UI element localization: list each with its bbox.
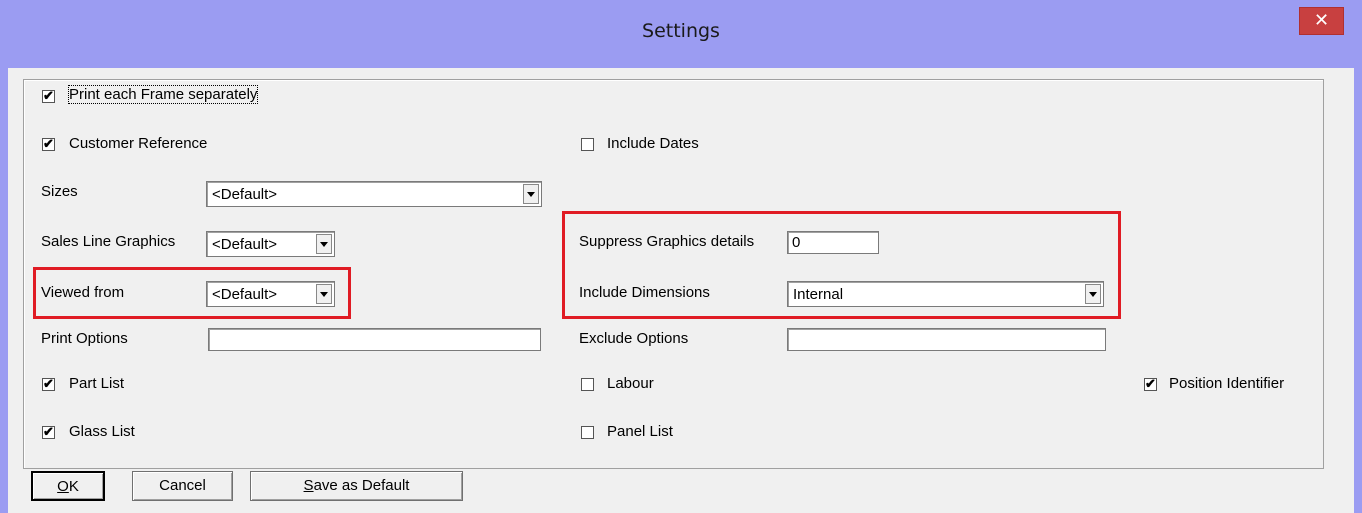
exclude-options-label: Exclude Options [579,330,689,347]
include-dates-checkbox[interactable] [581,138,594,151]
print-options-label: Print Options [41,330,128,347]
panel-list-label[interactable]: Panel List [607,423,673,440]
exclude-options-input[interactable] [787,328,1106,351]
sales-line-graphics-dropdown[interactable]: <Default> [206,231,335,257]
close-icon: ✕ [1313,10,1330,31]
sizes-value: <Default> [212,186,278,203]
cancel-button[interactable]: Cancel [132,471,233,501]
print-each-frame-label[interactable]: Print each Frame separately [67,85,259,104]
print-each-frame-checkbox[interactable]: ✔ [42,88,55,103]
window-title: Settings [642,20,720,42]
panel-list-checkbox[interactable] [581,426,594,439]
glass-list-label[interactable]: Glass List [69,423,135,440]
position-identifier-label[interactable]: Position Identifier [1169,375,1284,392]
chevron-down-icon [527,192,535,197]
sales-line-graphics-value: <Default> [212,236,278,253]
settings-group: ✔ Print each Frame separately ✔ Customer… [23,79,1324,469]
labour-checkbox[interactable] [581,378,594,391]
check-icon: ✔ [1145,376,1156,391]
save-as-default-button[interactable]: Save as Default [250,471,463,501]
save-default-label-rest: ave as Default [313,477,410,494]
save-default-mnemonic: S [303,477,314,494]
highlight-box-viewed-from [33,267,351,319]
sizes-dropdown[interactable]: <Default> [206,181,542,207]
glass-list-checkbox[interactable]: ✔ [42,424,55,439]
include-dates-label[interactable]: Include Dates [607,135,699,152]
labour-label[interactable]: Labour [607,375,654,392]
check-icon: ✔ [43,424,54,439]
check-icon: ✔ [43,376,54,391]
part-list-checkbox[interactable]: ✔ [42,376,55,391]
dialog-body: ✔ Print each Frame separately ✔ Customer… [8,68,1354,513]
title-bar[interactable]: Settings ✕ [0,0,1362,68]
customer-reference-label[interactable]: Customer Reference [69,135,207,152]
check-icon: ✔ [43,136,54,151]
print-options-input[interactable] [208,328,541,351]
sizes-dropdown-button[interactable] [523,184,539,204]
sizes-label: Sizes [41,183,78,200]
sales-line-graphics-dropdown-button[interactable] [316,234,332,254]
highlight-box-graphics-dimensions [562,211,1121,319]
position-identifier-checkbox[interactable]: ✔ [1144,376,1157,391]
ok-button[interactable]: OK [31,471,105,501]
ok-label-rest: K [68,478,79,495]
customer-reference-checkbox[interactable]: ✔ [42,136,55,151]
ok-mnemonic: O [57,478,69,495]
chevron-down-icon [320,242,328,247]
settings-window: Settings ✕ ✔ Print each Frame separately… [0,0,1362,513]
close-button[interactable]: ✕ [1299,7,1344,35]
sales-line-graphics-label: Sales Line Graphics [41,233,176,250]
part-list-label[interactable]: Part List [69,375,124,392]
check-icon: ✔ [43,88,54,103]
